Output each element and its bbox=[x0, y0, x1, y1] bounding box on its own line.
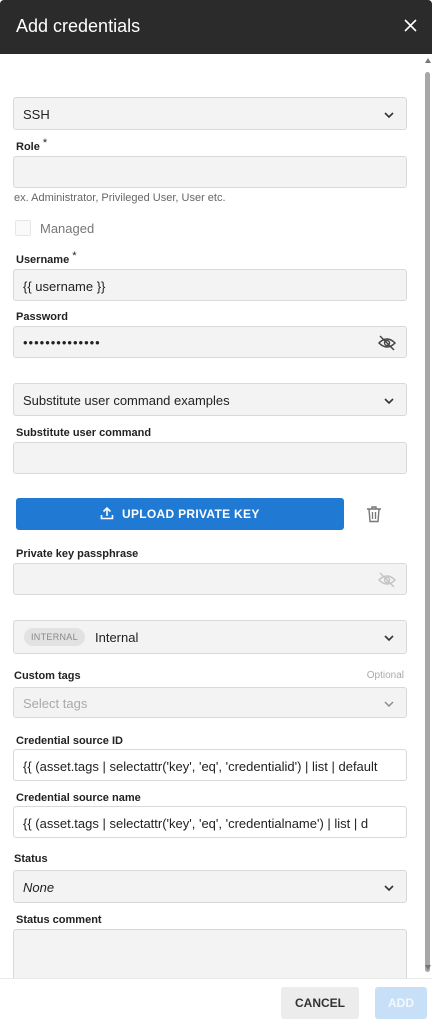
credential-source-name-label: Credential source name bbox=[16, 792, 141, 804]
auth-type-select[interactable]: SSH bbox=[13, 97, 407, 130]
close-icon[interactable] bbox=[402, 15, 420, 37]
substitute-command-input[interactable] bbox=[13, 442, 407, 474]
scroll-thumb[interactable] bbox=[425, 72, 430, 972]
scroll-down-arrow[interactable] bbox=[425, 965, 431, 970]
status-comment-textarea[interactable] bbox=[13, 929, 407, 978]
scrollbar[interactable] bbox=[424, 54, 432, 978]
passphrase-input[interactable] bbox=[13, 563, 407, 595]
custom-tags-label: Custom tags bbox=[14, 670, 81, 682]
dialog-title: Add credentials bbox=[16, 16, 141, 36]
role-input[interactable] bbox=[13, 156, 407, 188]
role-hint: ex. Administrator, Privileged User, User… bbox=[14, 192, 226, 204]
eye-off-icon[interactable] bbox=[378, 335, 396, 351]
custom-tags-optional: Optional bbox=[366, 670, 404, 681]
dialog-footer: CANCEL ADD bbox=[0, 978, 432, 1025]
status-select[interactable]: None bbox=[13, 870, 407, 903]
eye-off-icon bbox=[378, 572, 396, 588]
username-input[interactable]: {{ username }} bbox=[13, 269, 407, 301]
substitute-examples-select[interactable]: Substitute user command examples bbox=[13, 383, 407, 416]
password-label: Password bbox=[16, 311, 68, 323]
chevron-down-icon bbox=[384, 112, 394, 119]
trash-icon[interactable] bbox=[366, 505, 382, 523]
substitute-command-label: Substitute user command bbox=[16, 427, 152, 439]
custom-tags-select[interactable]: Select tags bbox=[13, 687, 407, 718]
internal-badge: INTERNAL bbox=[24, 628, 85, 646]
dialog-header: Add credentials bbox=[0, 0, 432, 54]
username-label: Username * bbox=[16, 250, 77, 266]
auth-type-value: SSH bbox=[23, 107, 50, 122]
upload-private-key-button[interactable]: UPLOAD PRIVATE KEY bbox=[16, 498, 344, 530]
managed-label: Managed bbox=[40, 221, 95, 236]
passphrase-label: Private key passphrase bbox=[16, 548, 139, 560]
chevron-down-icon bbox=[384, 398, 394, 405]
status-comment-label: Status comment bbox=[16, 914, 102, 926]
scope-select[interactable]: INTERNAL Internal bbox=[13, 620, 407, 654]
status-label: Status bbox=[14, 853, 48, 865]
chevron-down-icon bbox=[384, 635, 394, 642]
dialog-body: SSH Role * ex. Administrator, Privileged … bbox=[0, 54, 432, 978]
scroll-up-arrow[interactable] bbox=[425, 58, 431, 63]
add-button[interactable]: ADD bbox=[375, 987, 427, 1019]
role-label: Role * bbox=[16, 137, 48, 153]
chevron-down-icon bbox=[384, 701, 394, 707]
credential-source-name-input[interactable]: {{ (asset.tags | selectattr('key', 'eq',… bbox=[13, 806, 407, 838]
chevron-down-icon bbox=[384, 885, 394, 892]
managed-checkbox[interactable] bbox=[15, 220, 31, 236]
credential-source-id-label: Credential source ID bbox=[16, 735, 123, 747]
password-input[interactable]: •••••••••••••• bbox=[13, 326, 407, 358]
cancel-button[interactable]: CANCEL bbox=[281, 987, 359, 1019]
credential-source-id-input[interactable]: {{ (asset.tags | selectattr('key', 'eq',… bbox=[13, 749, 407, 781]
upload-icon bbox=[100, 506, 114, 520]
